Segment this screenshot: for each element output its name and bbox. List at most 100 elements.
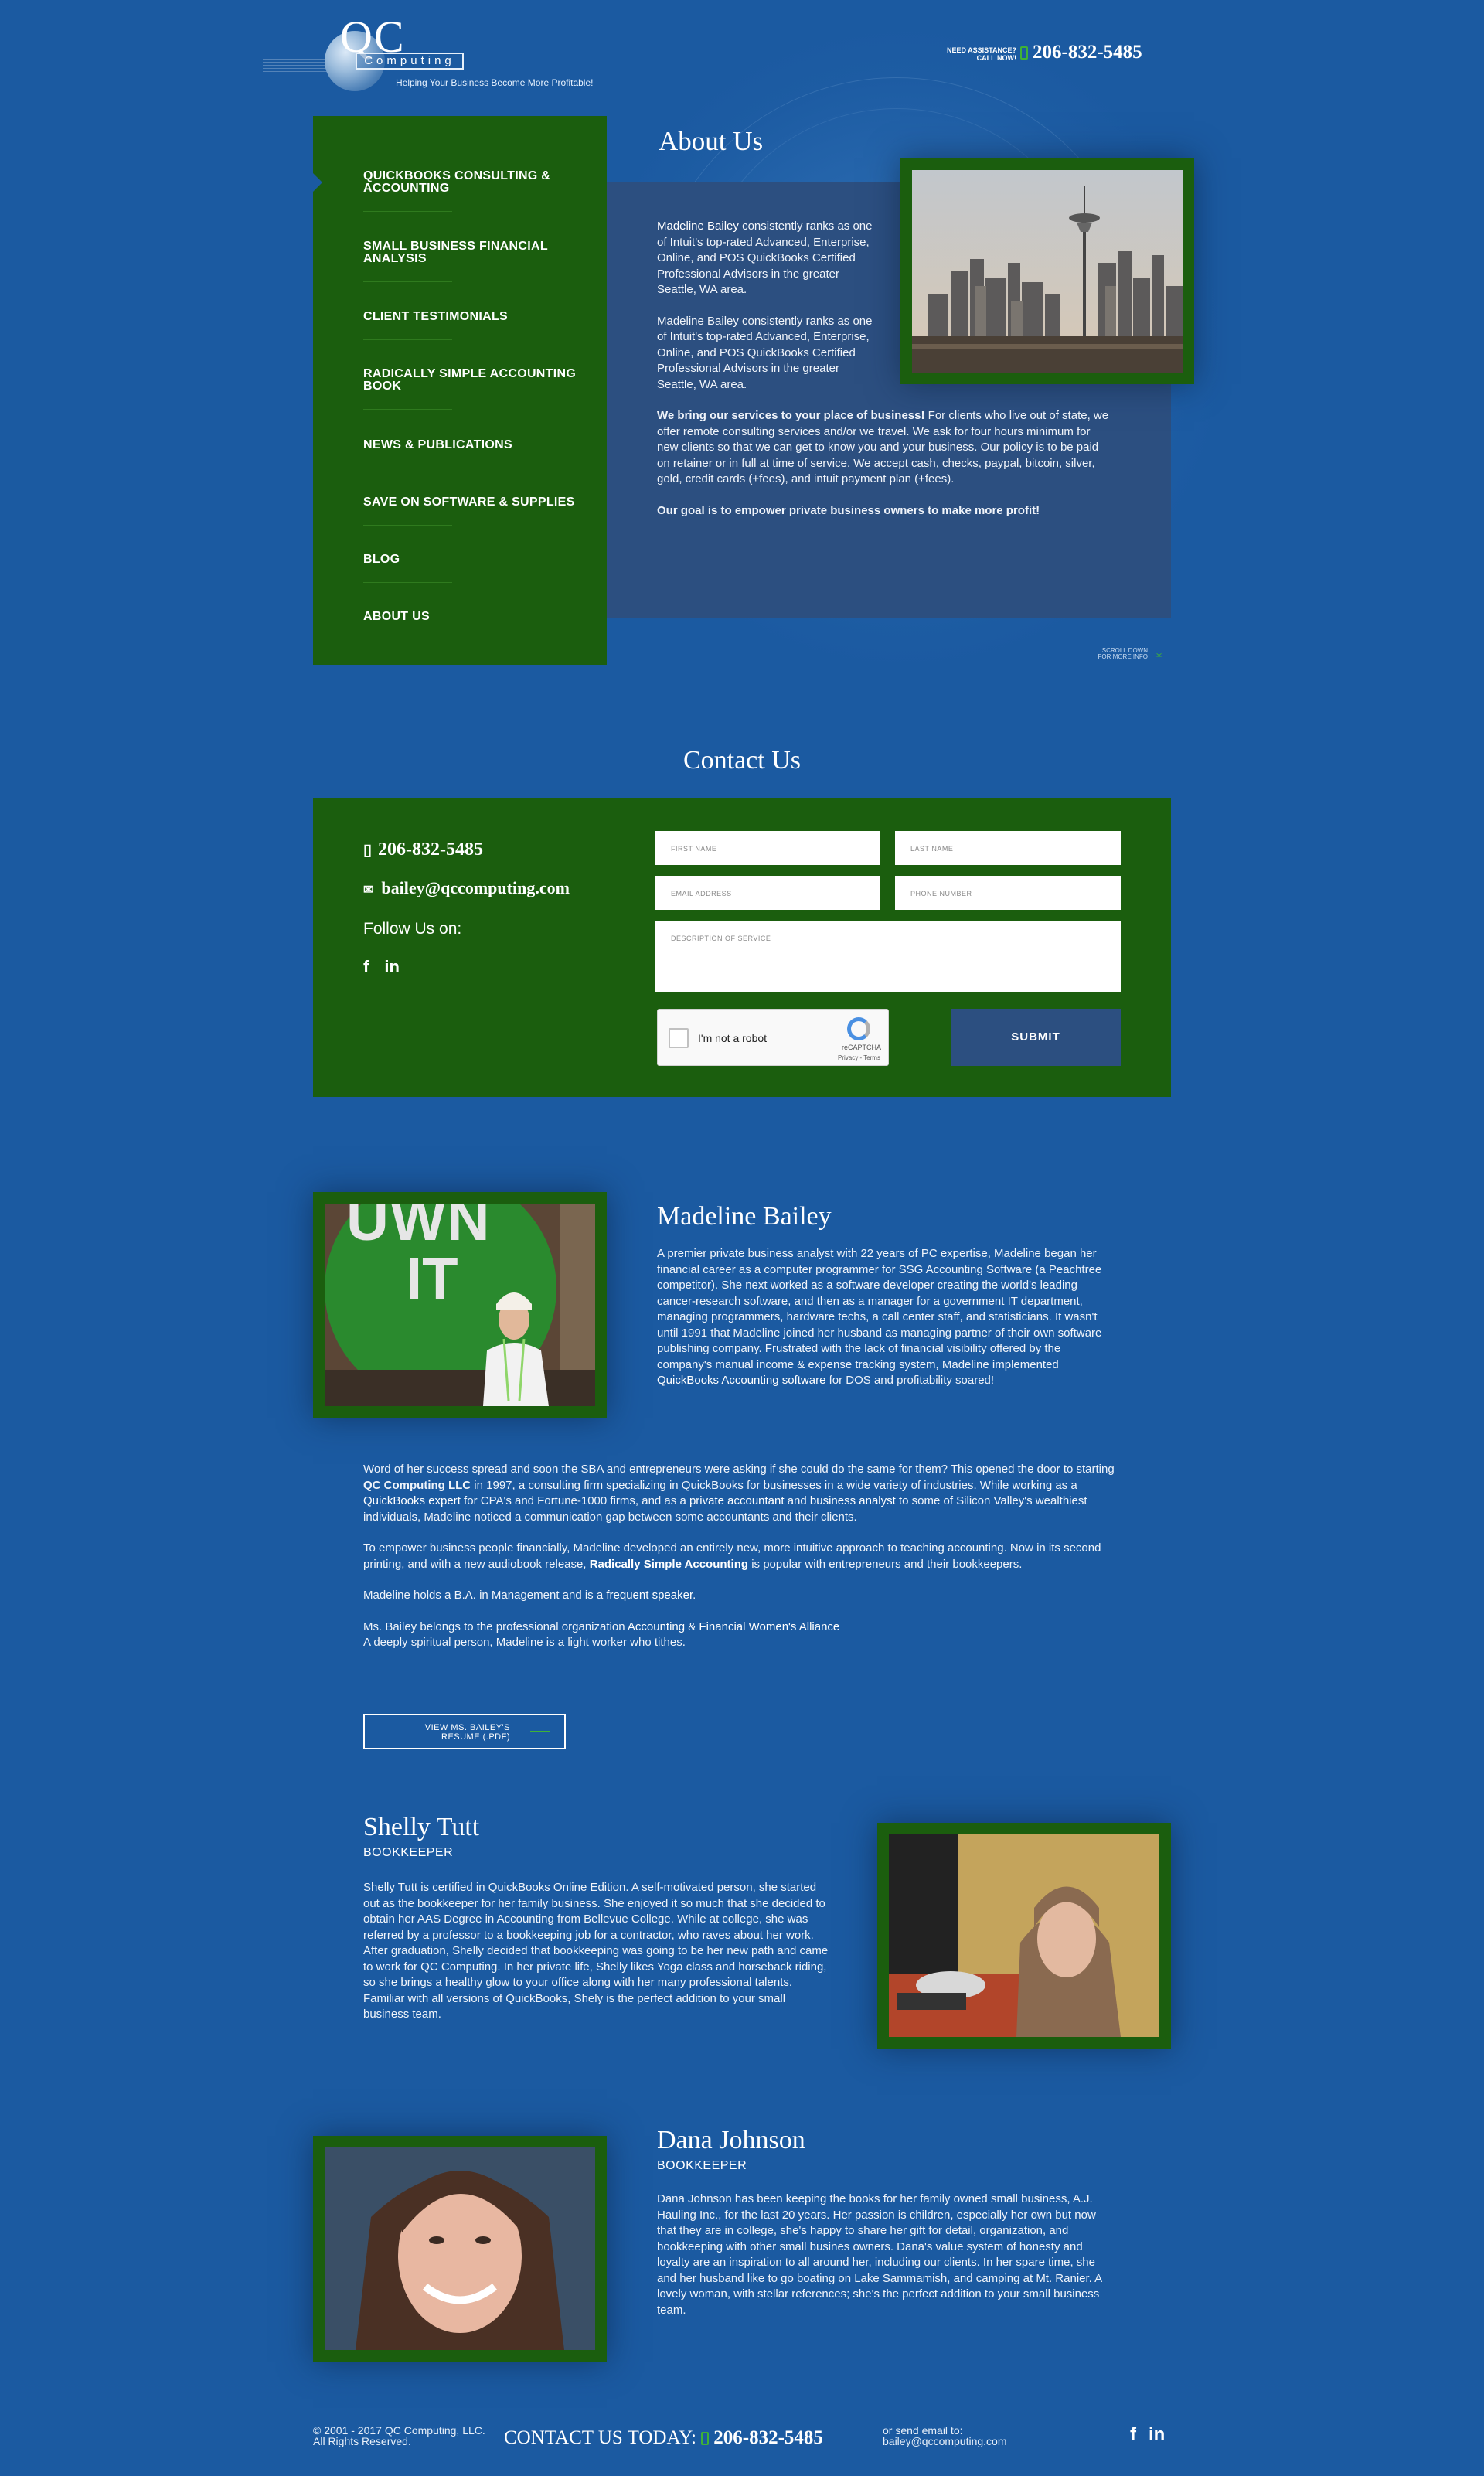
contact-email[interactable]: ✉ bailey@qccomputing.com xyxy=(363,878,570,898)
madeline-intro: A premier private business analyst with … xyxy=(657,1246,1117,1389)
footer-email-address[interactable]: bailey@qccomputing.com xyxy=(883,2436,1007,2447)
madeline-bailey-link[interactable]: Madeline Bailey xyxy=(657,220,739,233)
madeline-p1-end: for DOS and profitability soared! xyxy=(825,1374,995,1387)
recaptcha-label: I'm not a robot xyxy=(698,1032,768,1044)
nav-item-blog[interactable]: BLOG xyxy=(363,553,580,583)
madeline-bio: Word of her success spread and soon the … xyxy=(363,1462,1125,1667)
footer-phone[interactable]: 206-832-5485 xyxy=(713,2427,823,2448)
bio-paragraph: Word of her success spread and soon the … xyxy=(363,1462,1125,1525)
bio-text: A deeply spiritual person, Madeline is a… xyxy=(363,1636,686,1649)
shelly-role: BOOKKEEPER xyxy=(363,1846,454,1859)
dana-name: Dana Johnson xyxy=(657,2126,805,2154)
bio-paragraph: Ms. Bailey belongs to the professional o… xyxy=(363,1619,1125,1651)
footer-email-label: or send email to: xyxy=(883,2424,963,2437)
dana-role: BOOKKEEPER xyxy=(657,2159,747,2172)
copyright-line: All Rights Reserved. xyxy=(313,2435,411,2447)
shelly-bio: Shelly Tutt is certified in QuickBooks O… xyxy=(363,1881,829,2021)
logo-tagline: Helping Your Business Become More Profit… xyxy=(396,77,594,88)
submit-button[interactable]: SUBMIT xyxy=(951,1009,1121,1066)
nav-item-radically-simple-book[interactable]: RADICALLY SIMPLE ACCOUNTING BOOK xyxy=(363,368,580,410)
header-phone[interactable]: 206-832-5485 xyxy=(1020,42,1142,63)
photo-sign-text: UWN xyxy=(346,1204,492,1253)
header-phone-number[interactable]: 206-832-5485 xyxy=(1033,42,1142,63)
nav-item-save-on-software[interactable]: SAVE ON SOFTWARE & SUPPLIES xyxy=(363,496,580,526)
nav-active-arrow xyxy=(313,173,322,192)
site-logo[interactable]: QC Computing Helping Your Business Becom… xyxy=(263,14,618,99)
arrow-down-icon[interactable]: ⤓ xyxy=(1156,646,1162,660)
assistance-label: NEED ASSISTANCE? CALL NOW! xyxy=(928,46,1016,62)
about-text: Madeline Bailey consistently ranks as on… xyxy=(657,219,1113,534)
recaptcha-widget[interactable]: I'm not a robot reCAPTCHA Privacy - Term… xyxy=(657,1009,889,1066)
linkedin-icon[interactable]: in xyxy=(384,957,400,976)
bio-text: Madeline holds a B.A. in Management and … xyxy=(363,1589,607,1602)
copyright-line: © 2001 - 2017 QC Computing, LLC. xyxy=(313,2424,485,2437)
view-resume-button[interactable]: VIEW MS. BAILEY'S RESUME (.PDF) xyxy=(363,1714,566,1749)
contact-phone-number[interactable]: 206-832-5485 xyxy=(378,840,483,860)
about-paragraph: Madeline Bailey consistently ranks as on… xyxy=(657,219,881,298)
phone-icon xyxy=(701,2432,710,2445)
facebook-icon[interactable]: f xyxy=(363,957,369,976)
phone-icon: ▯ xyxy=(363,842,373,859)
scroll-line: FOR MORE INFO xyxy=(1098,653,1148,660)
frequent-speaker-link[interactable]: frequent speaker xyxy=(606,1589,693,1602)
nav-item-news-publications[interactable]: NEWS & PUBLICATIONS xyxy=(363,439,580,468)
description-textarea[interactable]: DESCRIPTION OF SERVICE xyxy=(655,921,1121,992)
resume-line: RESUME (.PDF) xyxy=(441,1732,510,1742)
footer-copyright: © 2001 - 2017 QC Computing, LLC. All Rig… xyxy=(313,2425,485,2447)
bio-paragraph: Madeline holds a B.A. in Management and … xyxy=(363,1588,1125,1604)
shelly-photo-frame xyxy=(877,1823,1171,2049)
quickbooks-software-link[interactable]: QuickBooks Accounting software xyxy=(657,1374,825,1387)
contact-title: Contact Us xyxy=(682,746,802,775)
dana-bio: Dana Johnson has been keeping the books … xyxy=(657,2192,1102,2317)
nav-item-about-us[interactable]: ABOUT US xyxy=(363,611,580,623)
last-name-input[interactable]: LAST NAME xyxy=(895,831,1121,865)
contact-email-address[interactable]: bailey@qccomputing.com xyxy=(381,878,570,897)
bio-text: and xyxy=(784,1494,810,1507)
bio-text: in 1997, a consulting firm specializing … xyxy=(471,1478,1077,1492)
private-accountant-link[interactable]: private accountant xyxy=(689,1494,785,1507)
nav-item-small-business-analysis[interactable]: SMALL BUSINESS FINANCIAL ANALYSIS xyxy=(363,240,580,282)
about-paragraph: Our goal is to empower private business … xyxy=(657,503,1113,519)
email-input[interactable]: EMAIL ADDRESS xyxy=(655,876,880,910)
recaptcha-icon xyxy=(847,1017,870,1040)
recaptcha-checkbox[interactable] xyxy=(669,1028,689,1048)
dana-photo-frame xyxy=(313,2136,607,2362)
afwa-link[interactable]: Accounting & Financial Women's Alliance xyxy=(628,1620,839,1633)
phone-input[interactable]: PHONE NUMBER xyxy=(895,876,1121,910)
first-name-input[interactable]: FIRST NAME xyxy=(655,831,880,865)
main-nav: QUICKBOOKS CONSULTING & ACCOUNTING SMALL… xyxy=(313,116,607,665)
footer-social: f in xyxy=(1118,2424,1165,2446)
quickbooks-expert-link[interactable]: QuickBooks expert xyxy=(363,1494,461,1507)
nav-item-quickbooks-consulting[interactable]: QUICKBOOKS CONSULTING & ACCOUNTING xyxy=(363,170,580,212)
shelly-name: Shelly Tutt xyxy=(363,1813,480,1841)
dana-photo xyxy=(325,2147,595,2350)
recaptcha-terms[interactable]: Privacy - Terms xyxy=(838,1054,880,1061)
radically-simple-accounting-link[interactable]: Radically Simple Accounting xyxy=(590,1558,748,1571)
madeline-photo: UWN IT xyxy=(325,1204,595,1406)
about-title: About Us xyxy=(659,126,764,156)
scroll-down-hint[interactable]: SCROLL DOWN FOR MORE INFO xyxy=(1078,648,1148,660)
business-analyst-link[interactable]: business analyst xyxy=(810,1494,896,1507)
bio-text: . xyxy=(693,1589,696,1602)
footer-email: or send email to: bailey@qccomputing.com xyxy=(883,2425,1007,2447)
about-paragraph: Madeline Bailey consistently ranks as on… xyxy=(657,314,873,391)
about-goal: Our goal is to empower private business … xyxy=(657,503,1040,517)
nav-item-client-testimonials[interactable]: CLIENT TESTIMONIALS xyxy=(363,311,580,340)
qc-computing-llc: QC Computing LLC xyxy=(363,1478,471,1492)
bio-text: for CPA's and Fortune-1000 firms, and as… xyxy=(460,1494,689,1507)
resume-line: VIEW MS. BAILEY'S xyxy=(424,1723,510,1732)
arrow-icon xyxy=(530,1731,550,1732)
linkedin-icon[interactable]: in xyxy=(1149,2424,1165,2445)
bio-text: Ms. Bailey belongs to the professional o… xyxy=(363,1619,628,1633)
madeline-photo-frame: UWN IT xyxy=(313,1192,607,1418)
madeline-name: Madeline Bailey xyxy=(657,1202,832,1231)
assist-line: CALL NOW! xyxy=(976,54,1016,62)
bio-paragraph: To empower business people financially, … xyxy=(363,1541,1125,1572)
contact-phone[interactable]: ▯ 206-832-5485 xyxy=(363,840,483,860)
envelope-icon: ✉ xyxy=(363,884,374,897)
bio-text: is popular with entrepreneurs and their … xyxy=(748,1557,1023,1571)
facebook-icon[interactable]: f xyxy=(1130,2424,1136,2445)
social-links: f in xyxy=(363,957,415,977)
logo-computing: Computing xyxy=(356,53,464,70)
contact-panel: ▯ 206-832-5485 ✉ bailey@qccomputing.com Fo… xyxy=(313,798,1171,1097)
